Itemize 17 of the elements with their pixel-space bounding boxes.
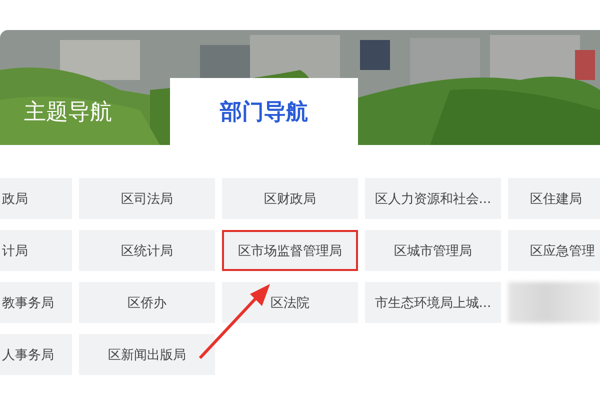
department-link[interactable]: 区人力资源和社会... [365,178,501,219]
department-link[interactable]: 区财政局 [222,178,358,219]
department-link[interactable]: 区新闻出版局 [79,334,215,375]
department-link[interactable]: 区市场监督管理局 [222,230,358,271]
nav-tab[interactable]: 部门导航 [170,78,358,145]
department-link[interactable]: 计局 [0,230,72,271]
department-link[interactable]: 市生态环境局上城... [365,282,501,323]
department-link[interactable]: 人事务局 [0,334,72,375]
department-link[interactable]: 区法院 [222,282,358,323]
department-link[interactable]: 区住建局 [508,178,600,219]
department-link[interactable]: 区侨办 [79,282,215,323]
department-link[interactable]: 教事务局 [0,282,72,323]
department-link[interactable]: 区应急管理 [508,230,600,271]
department-link[interactable]: 区城市管理局 [365,230,501,271]
department-link[interactable]: 区司法局 [79,178,215,219]
department-link[interactable]: 政局 [0,178,72,219]
department-link[interactable]: 区统计局 [79,230,215,271]
